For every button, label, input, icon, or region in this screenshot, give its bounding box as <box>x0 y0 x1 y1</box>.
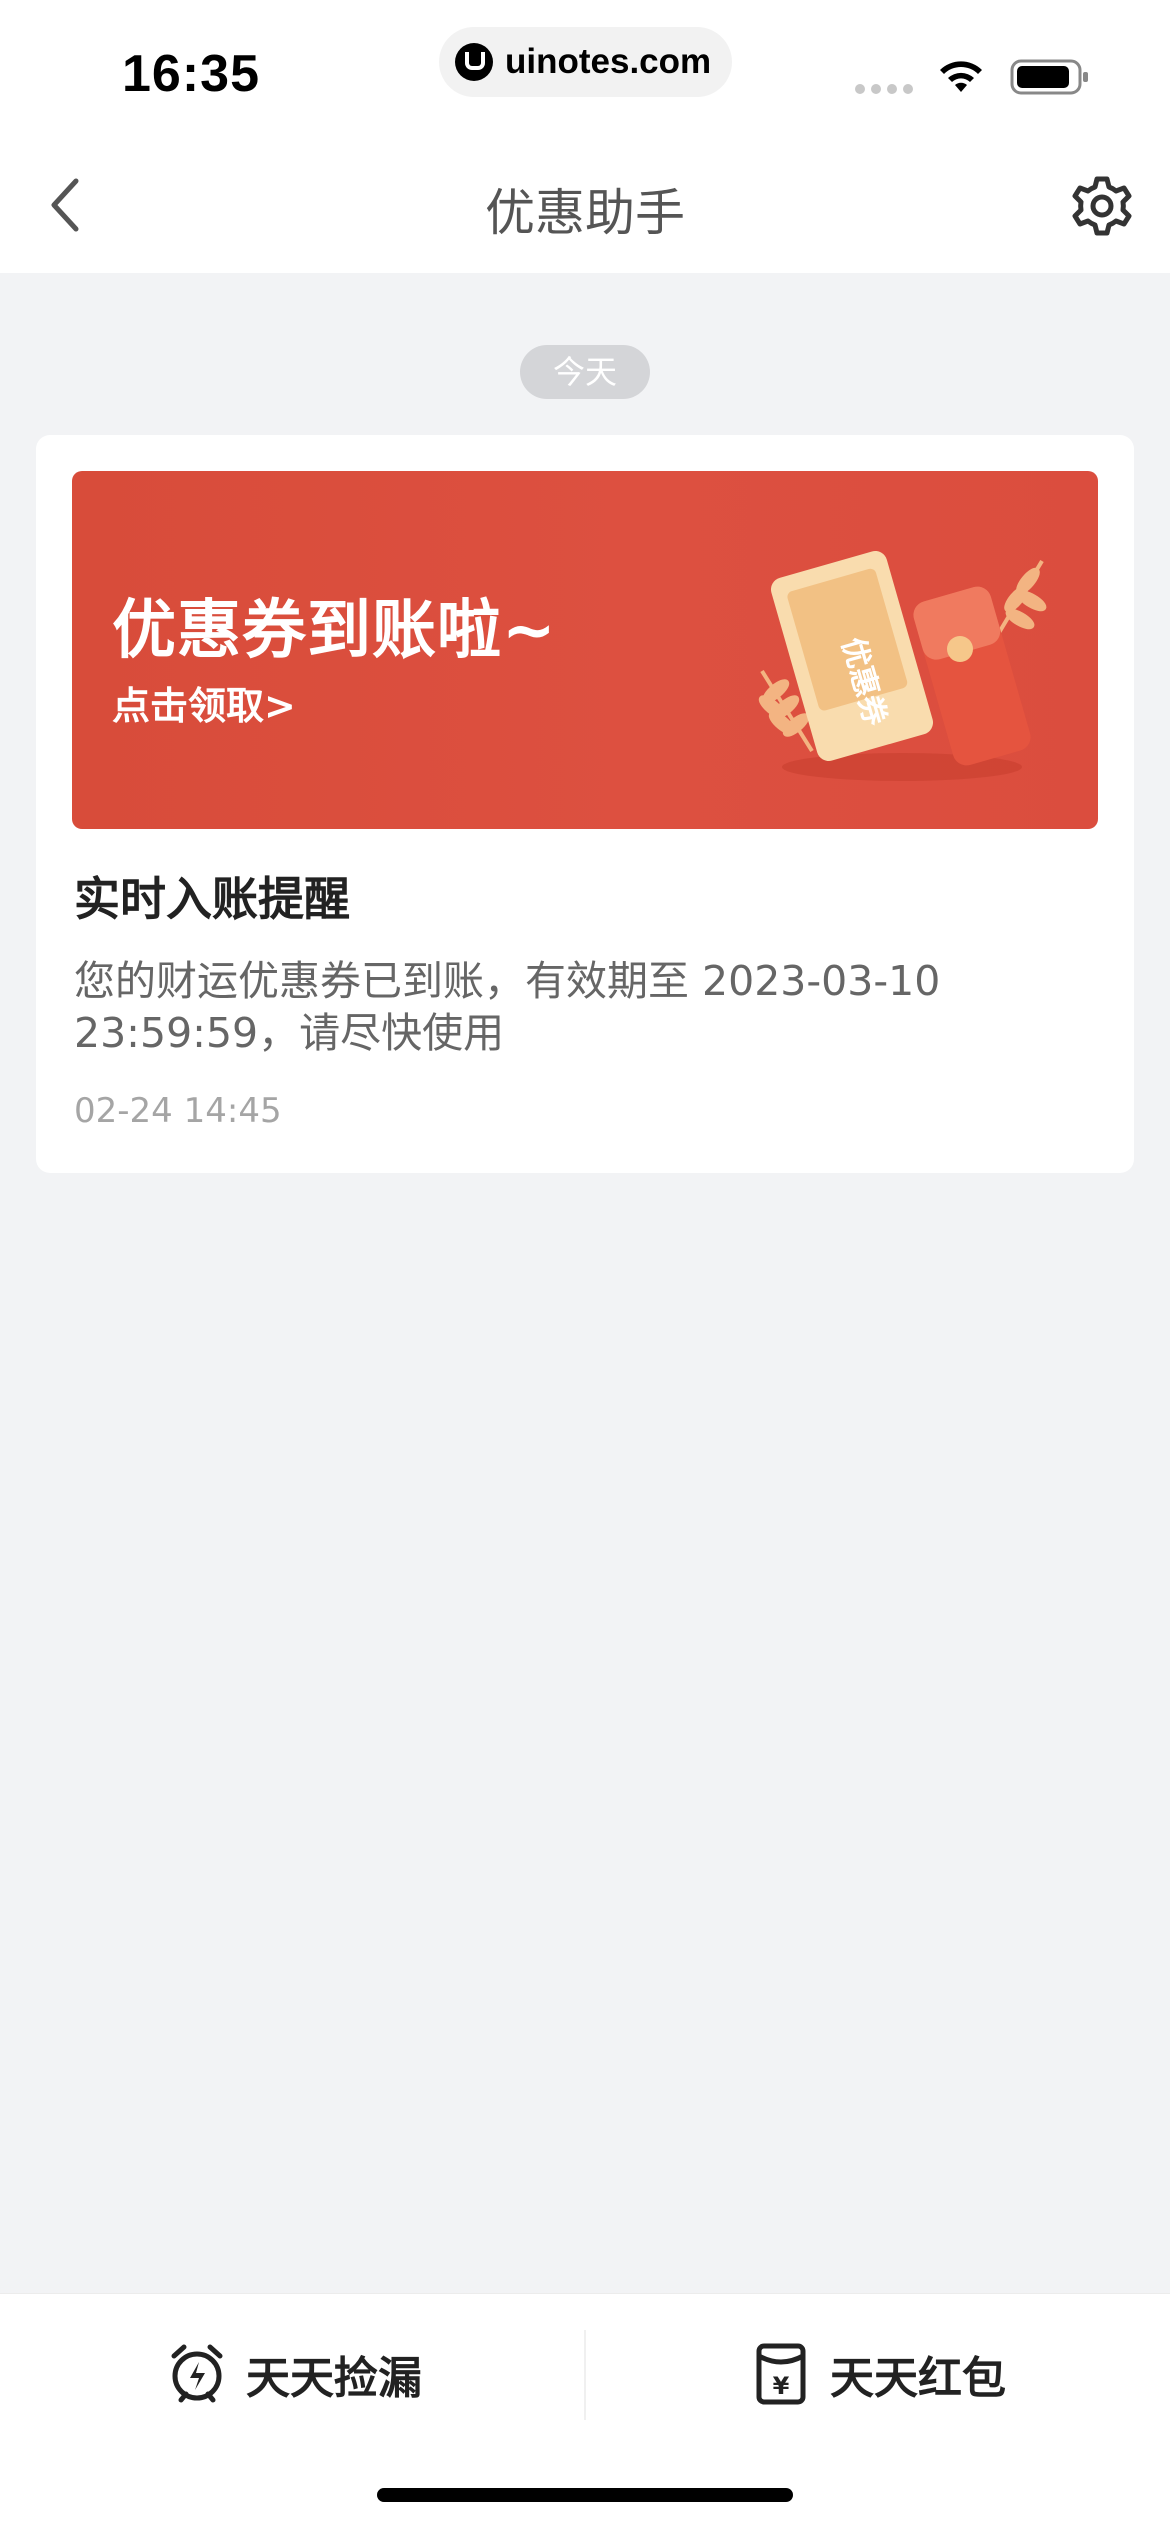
tab-daily-deals[interactable]: 天天捡漏 <box>168 2334 422 2414</box>
message-body: 您的财运优惠券已到账，有效期至 2023-03-10 23:59:59，请尽快使… <box>74 957 941 1057</box>
wifi-icon <box>940 61 982 92</box>
tab-daily-red-envelope[interactable]: ¥ 天天红包 <box>752 2334 1006 2414</box>
battery-icon <box>1010 59 1088 95</box>
home-indicator[interactable] <box>377 2488 793 2502</box>
tab-daily-red-envelope-label: 天天红包 <box>830 2353 1006 2404</box>
status-bar: 16:35 uinotes.com <box>0 0 1170 135</box>
page-title: 优惠助手 <box>485 184 685 242</box>
tab-divider <box>584 2330 586 2420</box>
banner-subtitle: 点击领取> <box>112 684 296 728</box>
url-pill[interactable]: uinotes.com <box>439 27 732 97</box>
gear-icon[interactable] <box>1068 172 1136 240</box>
status-time: 16:35 <box>122 45 260 103</box>
red-envelope-icon: ¥ <box>756 2343 806 2405</box>
alarm-clock-icon <box>171 2344 223 2403</box>
url-text: uinotes.com <box>505 42 712 81</box>
message-timestamp: 02-24 14:45 <box>74 1091 282 1131</box>
tab-daily-deals-label: 天天捡漏 <box>246 2353 422 2404</box>
message-title: 实时入账提醒 <box>74 872 350 926</box>
coupon-illustration-icon: 优惠券 <box>758 550 1047 781</box>
message-card[interactable]: 优惠券到账啦~ 点击领取> 优惠券 实时入账提醒 您的财运优惠券已到账，有效期至… <box>36 435 1134 1173</box>
coupon-banner[interactable]: 优惠券到账啦~ 点击领取> 优惠券 <box>72 471 1098 829</box>
nav-bar: 优惠助手 <box>0 135 1170 273</box>
svg-text:¥: ¥ <box>773 2372 790 2400</box>
banner-title: 优惠券到账啦~ <box>112 594 557 668</box>
signal-icon <box>855 84 913 94</box>
site-logo-icon <box>455 43 493 81</box>
date-separator: 今天 <box>520 345 650 399</box>
